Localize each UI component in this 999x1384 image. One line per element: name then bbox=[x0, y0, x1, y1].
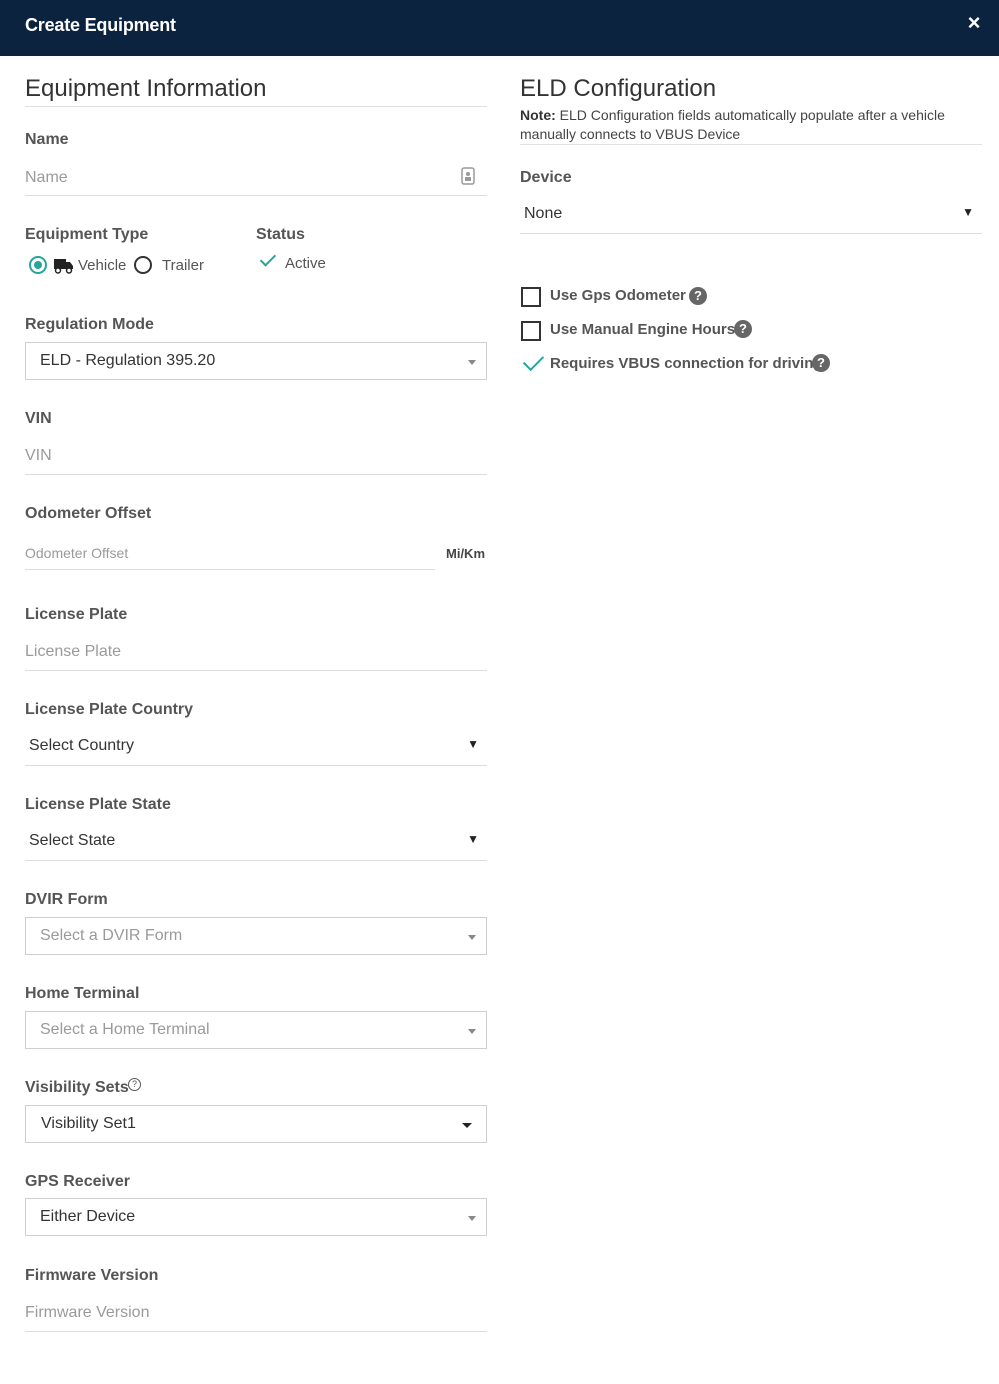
dvir-form-select[interactable]: Select a DVIR Form bbox=[25, 917, 487, 955]
vin-label: VIN bbox=[25, 410, 52, 427]
device-value: None bbox=[524, 205, 563, 222]
contact-card-icon bbox=[461, 167, 475, 185]
vin-input[interactable] bbox=[25, 438, 487, 475]
help-icon[interactable]: ? bbox=[734, 320, 752, 338]
gps-receiver-label: GPS Receiver bbox=[25, 1173, 130, 1190]
gps-receiver-value: Either Device bbox=[40, 1208, 136, 1225]
chevron-down-icon bbox=[468, 1216, 476, 1221]
odometer-offset-label: Odometer Offset bbox=[25, 505, 152, 522]
use-gps-odometer-checkbox[interactable] bbox=[521, 287, 541, 307]
eld-config-title: ELD Configuration bbox=[520, 75, 717, 102]
use-manual-engine-hours-checkbox[interactable] bbox=[521, 321, 541, 341]
radio-vehicle-label: Vehicle bbox=[78, 257, 127, 274]
caret-down-icon: ▼ bbox=[467, 737, 479, 751]
radio-vehicle[interactable] bbox=[29, 256, 47, 274]
home-terminal-label: Home Terminal bbox=[25, 985, 140, 1002]
odometer-unit: Mi/Km bbox=[446, 546, 485, 561]
modal-header: Create Equipment × bbox=[0, 0, 999, 56]
help-icon[interactable]: ? bbox=[128, 1078, 141, 1091]
home-terminal-select[interactable]: Select a Home Terminal bbox=[25, 1011, 487, 1049]
note-text: ELD Configuration fields automatically p… bbox=[520, 107, 945, 142]
name-input[interactable] bbox=[25, 160, 487, 196]
visibility-sets-label: Visibility Sets bbox=[25, 1079, 129, 1096]
modal-title: Create Equipment bbox=[25, 15, 176, 35]
equipment-info-divider bbox=[25, 106, 487, 107]
firmware-version-label: Firmware Version bbox=[25, 1267, 159, 1284]
close-icon[interactable]: × bbox=[965, 12, 983, 34]
chevron-down-icon bbox=[468, 1029, 476, 1034]
requires-vbus-label: Requires VBUS connection for driving bbox=[550, 355, 823, 372]
radio-trailer[interactable] bbox=[134, 256, 152, 274]
license-plate-state-select[interactable]: Select State ▼ bbox=[25, 823, 487, 861]
license-plate-state-label: License Plate State bbox=[25, 796, 171, 813]
device-select[interactable]: None ▼ bbox=[520, 196, 982, 234]
license-plate-country-label: License Plate Country bbox=[25, 701, 194, 718]
dvir-form-label: DVIR Form bbox=[25, 891, 108, 908]
status-label: Status bbox=[256, 226, 305, 243]
truck-icon bbox=[54, 259, 73, 274]
license-plate-state-value: Select State bbox=[29, 832, 116, 849]
caret-down-icon bbox=[462, 1123, 472, 1128]
visibility-sets-value: Visibility Set1 bbox=[41, 1115, 136, 1132]
regulation-mode-label: Regulation Mode bbox=[25, 316, 154, 333]
odometer-offset-input[interactable] bbox=[25, 536, 435, 570]
eld-config-note: Note: ELD Configuration fields automatic… bbox=[520, 106, 960, 144]
license-plate-country-value: Select Country bbox=[29, 737, 134, 754]
license-plate-input[interactable] bbox=[25, 634, 487, 671]
caret-down-icon: ▼ bbox=[962, 205, 974, 219]
help-icon[interactable]: ? bbox=[689, 287, 707, 305]
use-gps-odometer-label: Use Gps Odometer bbox=[550, 287, 686, 304]
chevron-down-icon bbox=[468, 935, 476, 940]
gps-receiver-select[interactable]: Either Device bbox=[25, 1198, 487, 1236]
regulation-mode-value: ELD - Regulation 395.20 bbox=[40, 352, 216, 369]
license-plate-country-select[interactable]: Select Country ▼ bbox=[25, 728, 487, 766]
name-label: Name bbox=[25, 131, 69, 148]
equipment-type-label: Equipment Type bbox=[25, 226, 149, 243]
equipment-info-title: Equipment Information bbox=[25, 75, 267, 102]
chevron-down-icon bbox=[468, 360, 476, 365]
eld-config-divider bbox=[520, 144, 982, 145]
license-plate-label: License Plate bbox=[25, 606, 128, 623]
dvir-form-value: Select a DVIR Form bbox=[40, 927, 183, 944]
status-active-check[interactable] bbox=[259, 250, 277, 267]
note-prefix: Note: bbox=[520, 107, 556, 123]
firmware-version-input[interactable] bbox=[25, 1295, 487, 1332]
home-terminal-value: Select a Home Terminal bbox=[40, 1021, 210, 1038]
help-icon[interactable]: ? bbox=[812, 354, 830, 372]
caret-down-icon: ▼ bbox=[467, 832, 479, 846]
radio-trailer-label: Trailer bbox=[162, 257, 204, 274]
requires-vbus-checkbox[interactable] bbox=[522, 349, 545, 372]
use-manual-engine-hours-label: Use Manual Engine Hours bbox=[550, 321, 736, 338]
regulation-mode-select[interactable]: ELD - Regulation 395.20 bbox=[25, 342, 487, 380]
device-label: Device bbox=[520, 169, 572, 186]
status-active-label: Active bbox=[285, 255, 326, 272]
visibility-sets-select[interactable]: Visibility Set1 bbox=[25, 1105, 487, 1143]
